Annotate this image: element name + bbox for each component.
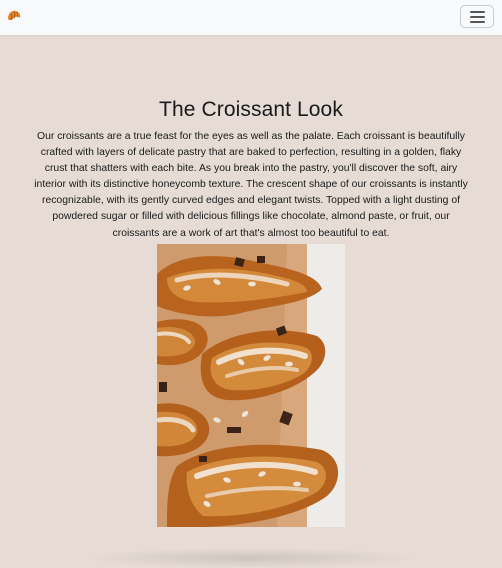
- hamburger-bar: [470, 21, 485, 23]
- hamburger-bar: [470, 16, 485, 18]
- navbar-toggle-button[interactable]: [460, 5, 494, 28]
- croissant-icon[interactable]: [6, 8, 22, 24]
- page-title: The Croissant Look: [159, 98, 343, 121]
- hamburger-menu-icon: [470, 11, 485, 13]
- croissants-photo: [157, 244, 345, 527]
- description-text: Our croissants are a true feast for the …: [34, 131, 468, 239]
- almond-croissants-illustration: [157, 244, 345, 527]
- navbar: [0, 0, 502, 35]
- footer-shadow: [80, 548, 420, 568]
